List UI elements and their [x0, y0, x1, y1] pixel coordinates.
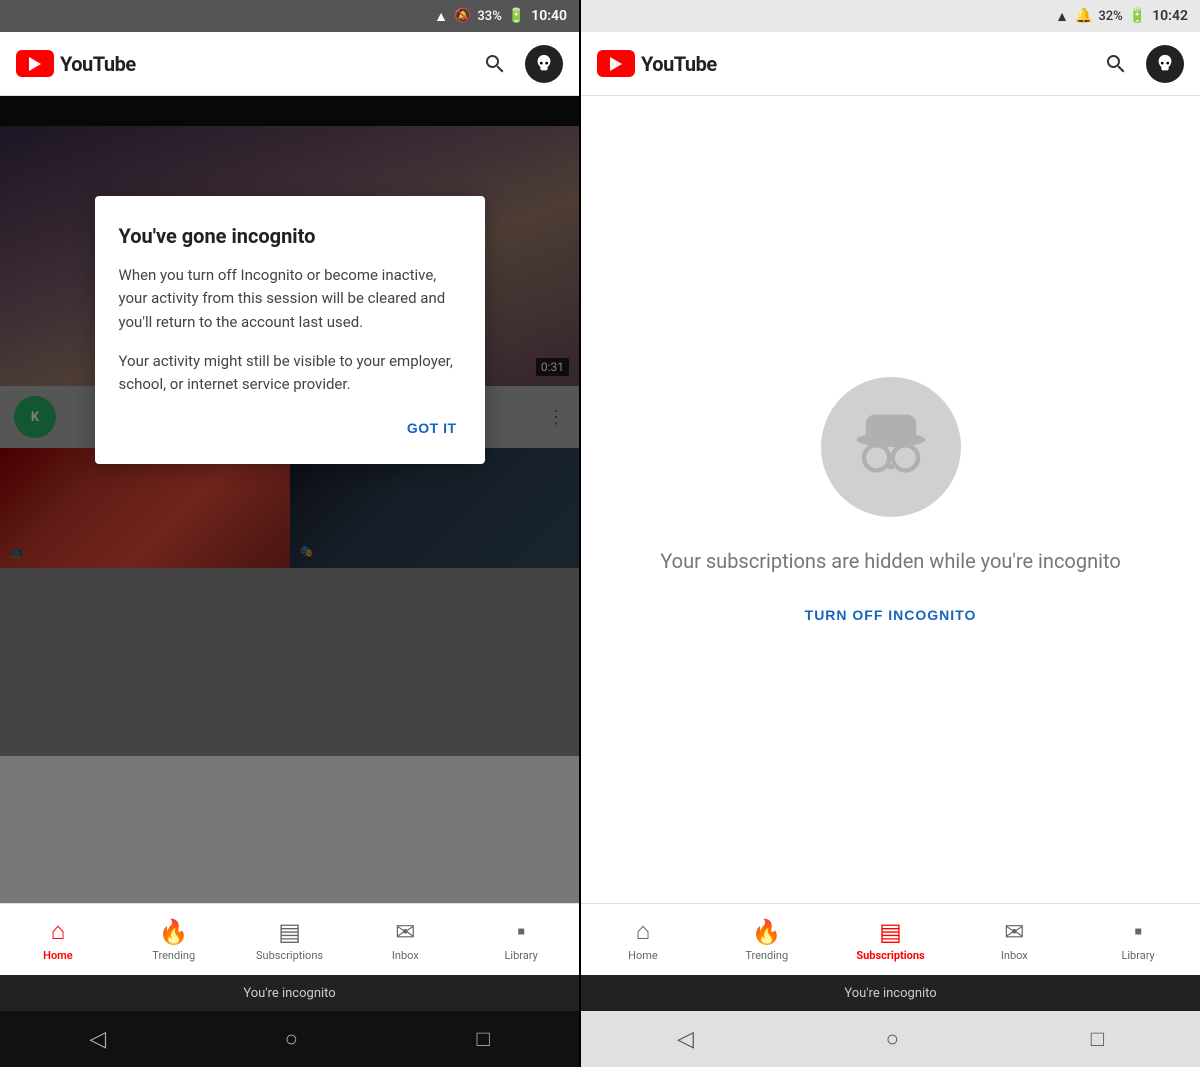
- left-android-nav: ◁ ○ □: [0, 1011, 579, 1067]
- right-wifi-icon: ▲: [1055, 8, 1069, 25]
- right-back-button[interactable]: ◁: [677, 1027, 694, 1052]
- right-subscriptions-label: Subscriptions: [856, 949, 924, 962]
- left-panel: ▲ 🔕 33% 🔋 10:40 YouTube: [0, 0, 579, 1067]
- right-main-content: Your subscriptions are hidden while you'…: [581, 96, 1200, 903]
- left-bottom-nav: ⌂ Home 🔥 Trending ▤ Subscriptions ✉ Inbo…: [0, 903, 579, 975]
- nav-item-inbox[interactable]: ✉ Inbox: [347, 910, 463, 970]
- right-battery-percent: 32%: [1098, 9, 1122, 24]
- back-button[interactable]: ◁: [89, 1027, 106, 1052]
- sim-icon: 🔕: [454, 8, 471, 24]
- right-status-bar: ▲ 🔔 32% 🔋 10:42: [581, 0, 1200, 32]
- right-android-nav: ◁ ○ □: [581, 1011, 1200, 1067]
- modal-actions: GOT IT: [119, 412, 461, 444]
- yt-logo: YouTube: [16, 50, 136, 77]
- battery-icon: 🔋: [508, 8, 525, 24]
- home-button[interactable]: ○: [285, 1026, 298, 1052]
- trending-icon: 🔥: [159, 918, 189, 946]
- right-inbox-icon: ✉: [1004, 918, 1024, 946]
- home-label: Home: [43, 949, 73, 962]
- right-incognito-avatar-button[interactable]: [1146, 45, 1184, 83]
- right-library-label: Library: [1121, 949, 1154, 962]
- right-header: YouTube: [581, 32, 1200, 96]
- right-yt-logo: YouTube: [597, 50, 717, 77]
- trending-label: Trending: [152, 949, 195, 962]
- right-subscriptions-icon: ▤: [879, 918, 902, 946]
- turn-off-incognito-button[interactable]: TURN OFF INCOGNITO: [805, 607, 977, 623]
- modal-title: You've gone incognito: [119, 224, 461, 248]
- right-incognito-text: You're incognito: [844, 986, 936, 1001]
- left-incognito-text: You're incognito: [243, 986, 335, 1001]
- left-status-bar: ▲ 🔕 33% 🔋 10:40: [0, 0, 579, 32]
- right-home-icon: ⌂: [636, 917, 651, 946]
- yt-logo-icon: [16, 50, 54, 77]
- right-incognito-bar: You're incognito: [581, 975, 1200, 1011]
- right-status-time: 10:42: [1152, 8, 1188, 24]
- left-content: 0:31 K ⋮ 📺 🎭: [0, 96, 579, 903]
- subscriptions-label: Subscriptions: [256, 949, 323, 962]
- right-library-icon: ▪: [1134, 917, 1143, 946]
- incognito-big-icon: [821, 377, 961, 517]
- nav-item-trending[interactable]: 🔥 Trending: [116, 910, 232, 970]
- subscriptions-icon: ▤: [278, 918, 301, 946]
- right-nav-item-library[interactable]: ▪ Library: [1076, 909, 1200, 970]
- wifi-icon: ▲: [434, 8, 448, 25]
- right-nav-item-subscriptions[interactable]: ▤ Subscriptions: [829, 910, 953, 970]
- incognito-avatar-button[interactable]: [525, 45, 563, 83]
- left-header: YouTube: [0, 32, 579, 96]
- nav-item-subscriptions[interactable]: ▤ Subscriptions: [232, 910, 348, 970]
- right-search-button[interactable]: [1102, 50, 1130, 78]
- status-time: 10:40: [531, 8, 567, 24]
- left-app-name: YouTube: [60, 52, 136, 76]
- right-header-icons: [1102, 45, 1184, 83]
- home-icon: ⌂: [51, 917, 66, 946]
- right-nav-item-inbox[interactable]: ✉ Inbox: [952, 910, 1076, 970]
- nav-item-home[interactable]: ⌂ Home: [0, 909, 116, 970]
- right-home-label: Home: [628, 949, 658, 962]
- right-home-button[interactable]: ○: [886, 1026, 899, 1052]
- right-yt-logo-icon: [597, 50, 635, 77]
- right-nav-item-home[interactable]: ⌂ Home: [581, 909, 705, 970]
- right-app-name: YouTube: [641, 52, 717, 76]
- right-battery-icon: 🔋: [1129, 8, 1146, 24]
- library-icon: ▪: [517, 917, 526, 946]
- search-button[interactable]: [481, 50, 509, 78]
- right-trending-icon: 🔥: [752, 918, 782, 946]
- subscriptions-hidden-text: Your subscriptions are hidden while you'…: [660, 547, 1120, 575]
- right-sim-icon: 🔔: [1075, 8, 1092, 24]
- modal-body: When you turn off Incognito or become in…: [119, 264, 461, 396]
- nav-item-library[interactable]: ▪ Library: [463, 909, 579, 970]
- left-incognito-bar: You're incognito: [0, 975, 579, 1011]
- right-nav-item-trending[interactable]: 🔥 Trending: [705, 910, 829, 970]
- battery-percent: 33%: [477, 9, 501, 24]
- modal-body-text-1: When you turn off Incognito or become in…: [119, 264, 461, 334]
- inbox-label: Inbox: [392, 949, 419, 962]
- right-bottom-nav: ⌂ Home 🔥 Trending ▤ Subscriptions ✉ Inbo…: [581, 903, 1200, 975]
- got-it-button[interactable]: GOT IT: [403, 412, 461, 444]
- right-inbox-label: Inbox: [1001, 949, 1028, 962]
- right-recents-button[interactable]: □: [1091, 1026, 1104, 1052]
- modal-overlay: You've gone incognito When you turn off …: [0, 96, 579, 903]
- recents-button[interactable]: □: [476, 1026, 489, 1052]
- right-trending-label: Trending: [745, 949, 788, 962]
- inbox-icon: ✉: [395, 918, 415, 946]
- modal-body-text-2: Your activity might still be visible to …: [119, 350, 461, 397]
- right-panel: ▲ 🔔 32% 🔋 10:42 YouTube: [581, 0, 1200, 1067]
- library-label: Library: [505, 949, 538, 962]
- header-icons: [481, 45, 563, 83]
- incognito-modal: You've gone incognito When you turn off …: [95, 196, 485, 464]
